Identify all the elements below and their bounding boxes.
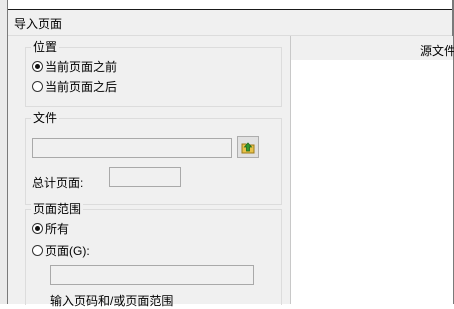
position-legend: 位置 — [31, 40, 60, 54]
file-groupbox — [25, 118, 282, 205]
folder-up-icon — [241, 142, 255, 154]
range-all-radio[interactable]: 所有 — [32, 220, 69, 236]
source-file-label: 源文件 — [420, 44, 454, 58]
browse-button[interactable] — [237, 136, 259, 158]
radio-checked-indicator — [32, 60, 43, 72]
range-pages-radio[interactable]: 页面(G): — [32, 242, 90, 258]
source-preview-pane: 源文件 — [290, 36, 454, 304]
dialog-title: 导入页面 — [14, 17, 63, 31]
preview-header: 源文件 — [291, 36, 454, 60]
radio-unchecked-indicator — [32, 80, 43, 92]
range-all-label: 所有 — [45, 221, 70, 236]
radio-unchecked-indicator — [32, 244, 43, 256]
page-range-input[interactable] — [50, 265, 254, 285]
screen: 导入页面 位置 当前页面之前 当前页面之后 文件 总计页面: 页面范围 所有 页… — [0, 0, 454, 308]
position-before-radio[interactable]: 当前页面之前 — [32, 58, 117, 74]
import-pages-dialog: 导入页面 位置 当前页面之前 当前页面之后 文件 总计页面: 页面范围 所有 页… — [8, 10, 454, 308]
total-pages-label: 总计页面: — [32, 176, 84, 190]
radio-checked-indicator — [32, 222, 43, 234]
file-path-field[interactable] — [32, 138, 232, 158]
left-border — [0, 0, 8, 304]
range-pages-label: 页面(G): — [45, 243, 90, 258]
position-after-radio[interactable]: 当前页面之后 — [32, 78, 117, 94]
total-pages-field — [109, 167, 181, 187]
top-border — [0, 0, 454, 10]
page-range-hint: 输入页码和/或页面范围 — [50, 294, 174, 308]
position-after-label: 当前页面之后 — [45, 79, 118, 94]
file-legend: 文件 — [31, 111, 60, 125]
position-before-label: 当前页面之前 — [45, 59, 118, 74]
page-range-legend: 页面范围 — [31, 202, 84, 216]
